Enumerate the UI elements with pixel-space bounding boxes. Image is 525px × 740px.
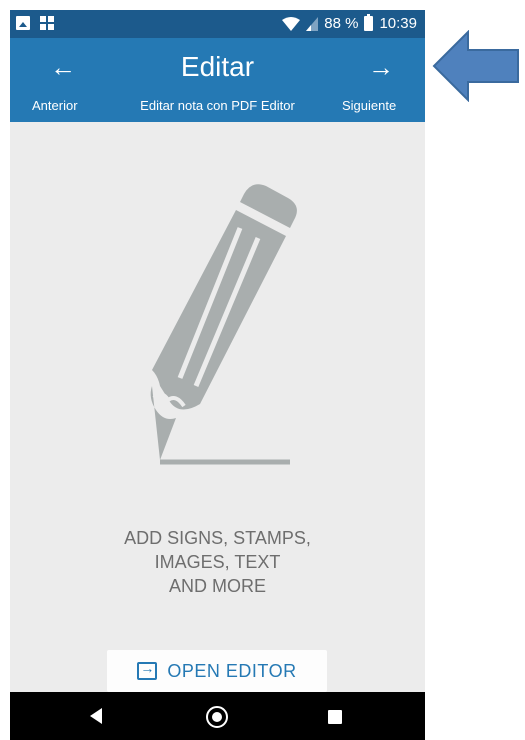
promo-line-1: ADD SIGNS, STAMPS, [124,528,311,548]
next-label: Siguiente [342,98,397,113]
home-icon[interactable] [206,706,228,728]
open-in-icon [137,660,158,680]
status-bar: 88 % 10:39 [10,10,425,38]
promo-line-3: AND MORE [168,576,266,596]
promo-text: ADD SIGNS, STAMPS, IMAGES, TEXT AND MORE [10,526,425,598]
open-editor-button[interactable]: OPEN EDITOR [107,650,327,692]
app-notification-icon [40,16,54,30]
app-bar: ← Anterior Editar Editar nota con PDF Ed… [10,38,425,122]
system-navigation-bar [10,692,425,740]
wifi-icon [282,16,301,31]
image-notification-icon [16,16,30,30]
annotation-arrow-icon [432,30,519,102]
signal-icon [306,16,319,31]
recent-apps-icon[interactable] [328,710,342,724]
next-button[interactable]: → Siguiente [320,38,425,122]
battery-icon [364,14,374,31]
pencil-illustration-icon [150,184,297,465]
phone-screen: 88 % 10:39 ← Anterior Editar Editar nota… [10,10,425,740]
arrow-right-icon: → [368,52,394,82]
battery-percentage: 88 % [324,15,359,32]
back-icon[interactable] [90,708,102,724]
promo-line-2: IMAGES, TEXT [154,552,281,572]
open-editor-label: OPEN EDITOR [167,660,297,681]
clock: 10:39 [379,15,417,32]
